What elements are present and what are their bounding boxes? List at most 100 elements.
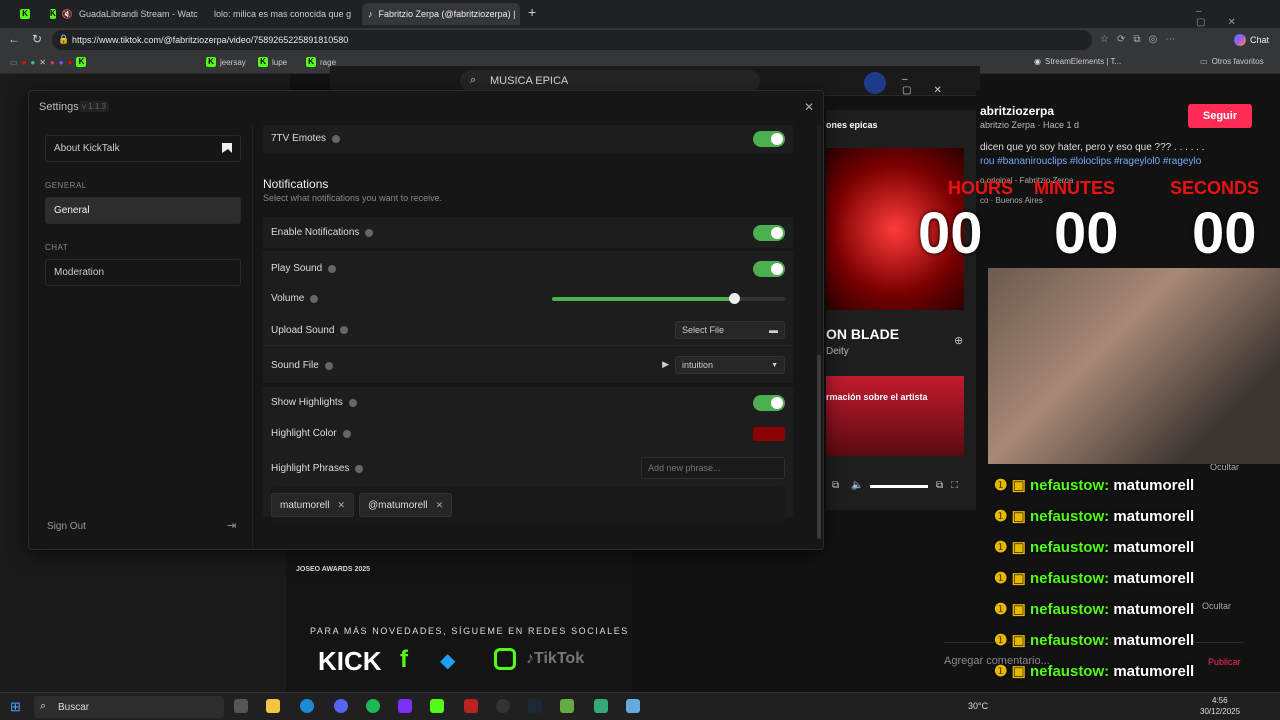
app-icon[interactable]: [560, 699, 574, 713]
nav-section-chat: CHAT: [45, 243, 69, 252]
obs-icon[interactable]: [496, 699, 510, 713]
app-icon[interactable]: [464, 699, 478, 713]
toggle-7tv[interactable]: [753, 131, 785, 147]
publish-button[interactable]: Publicar: [1208, 657, 1241, 667]
toggle-enable-notifications[interactable]: [753, 225, 785, 241]
tab-label: Fabritzio Zerpa (@fabritziozerpa) |: [378, 9, 516, 19]
search-icon: ⌕: [470, 74, 477, 86]
clock-time[interactable]: 4:56: [1212, 696, 1228, 705]
info-icon[interactable]: [328, 264, 337, 273]
task-view-icon[interactable]: [234, 699, 248, 713]
info-icon[interactable]: [310, 294, 319, 303]
tab-lolo[interactable]: lolo: milica es mas conocida que g ✕: [202, 3, 358, 25]
info-icon[interactable]: [332, 134, 341, 143]
tab-guada[interactable]: K 🔇 GuadaLibrandi Stream - Watc ✕: [44, 3, 198, 25]
phrase-input[interactable]: [641, 457, 785, 479]
bookmark-streamelements[interactable]: ◉ StreamElements | T...: [1034, 57, 1121, 66]
highlight-color-swatch[interactable]: [753, 427, 785, 441]
sound-file-select[interactable]: intuition ▼: [675, 356, 785, 374]
new-tab-button[interactable]: +: [528, 4, 536, 20]
discord-icon[interactable]: [334, 699, 348, 713]
bookmark-jeersay[interactable]: Kjeersay: [206, 57, 246, 67]
info-icon[interactable]: [324, 361, 333, 370]
timer-label-minutes: MINUTES: [1034, 178, 1115, 198]
edge-icon[interactable]: [300, 699, 314, 713]
back-icon[interactable]: ←: [8, 32, 20, 46]
info-icon[interactable]: [342, 429, 351, 438]
tab-kick-pinned[interactable]: K: [14, 3, 40, 25]
address-bar: ← ↻ 🔒 https://www.tiktok.com/@fabritzioz…: [0, 28, 1280, 52]
mute-icon[interactable]: 🔇: [62, 9, 73, 20]
canva-icon[interactable]: [398, 699, 412, 713]
row-label: Sound File: [271, 360, 319, 371]
add-icon[interactable]: ⊕: [954, 334, 963, 347]
window-controls[interactable]: –▢✕: [1196, 6, 1280, 28]
nav-general[interactable]: General: [45, 197, 241, 224]
info-icon[interactable]: [365, 228, 374, 237]
clock-date[interactable]: 30/12/2025: [1200, 707, 1240, 716]
app-icon[interactable]: [626, 699, 640, 713]
start-icon[interactable]: ⊞: [10, 699, 21, 715]
row-label: 7TV Emotes: [271, 133, 327, 144]
select-file-button[interactable]: Select File ▬: [675, 321, 785, 339]
chat-badge-icons: ❶ ▣: [994, 632, 1030, 649]
hashtags[interactable]: rou #bananirouclips #loloclips #rageylol…: [980, 156, 1201, 167]
weather[interactable]: 30°C: [968, 701, 988, 711]
row-play-sound: Play Sound: [263, 253, 793, 284]
file-explorer-icon[interactable]: [266, 699, 280, 713]
copilot-button[interactable]: Chat: [1234, 32, 1269, 48]
info-icon[interactable]: [355, 464, 364, 473]
bookmark-icons[interactable]: ▭ ● ● ✕ ● ● ● K: [10, 57, 87, 67]
play-icon[interactable]: ▶: [662, 359, 669, 370]
url-field[interactable]: 🔒 https://www.tiktok.com/@fabritziozerpa…: [52, 30, 1092, 50]
tab-label: GuadaLibrandi Stream - Watc: [79, 9, 198, 19]
sign-out-icon[interactable]: ⇥: [227, 519, 236, 532]
hide-link[interactable]: Ocultar: [1202, 601, 1231, 611]
search-icon: ⌕: [40, 700, 47, 712]
minecraft-icon[interactable]: [594, 699, 608, 713]
chat-username: nefaustow:: [1029, 539, 1110, 556]
info-icon[interactable]: [340, 326, 349, 334]
refresh-icon[interactable]: ↻: [32, 32, 42, 46]
row-highlight-phrases: Highlight Phrases: [263, 453, 793, 484]
follow-button[interactable]: Seguir: [1188, 104, 1252, 128]
chat-message: ❶ ▣ nefaustow: matumorell: [994, 600, 1194, 618]
scrollbar-thumb[interactable]: [817, 355, 821, 539]
chat-text: matumorell: [1113, 632, 1195, 649]
chat-text: matumorell: [1113, 477, 1195, 494]
bookmark-lupe[interactable]: Klupe: [258, 57, 287, 67]
avatar[interactable]: [864, 72, 886, 94]
toggle-show-highlights[interactable]: [753, 395, 785, 411]
volume-handle[interactable]: [728, 293, 740, 304]
spotify-icon[interactable]: [366, 699, 380, 713]
toolbar-icons[interactable]: ☆⟳⧉◎⋯: [1100, 34, 1183, 45]
volume-bar[interactable]: [870, 485, 928, 488]
volume-slider[interactable]: [552, 293, 785, 304]
song-artist: Deity: [826, 346, 849, 357]
player-extra-controls[interactable]: ⧉⛶: [936, 480, 966, 491]
video-caption: dicen que yo soy hater, pero y eso que ?…: [980, 142, 1205, 153]
close-icon[interactable]: ✕: [357, 9, 358, 20]
kick-icon[interactable]: [430, 699, 444, 713]
kick-logo: KICK: [318, 646, 382, 676]
steam-icon[interactable]: [528, 699, 542, 713]
lock-icon: 🔒: [58, 34, 70, 44]
music-search-input[interactable]: ⌕ MUSICA EPICA: [460, 70, 760, 92]
nav-about[interactable]: About KickTalk: [45, 135, 241, 162]
remove-icon[interactable]: ✕: [337, 500, 345, 511]
bookmark-otros[interactable]: ▭ Otros favoritos: [1200, 57, 1264, 66]
chat-username: nefaustow:: [1029, 663, 1110, 680]
taskbar-search[interactable]: ⌕ Buscar: [34, 696, 224, 718]
twitter-icon: ◆: [440, 650, 456, 672]
close-button[interactable]: ✕: [801, 99, 817, 115]
nav-moderation[interactable]: Moderation: [45, 259, 241, 286]
tab-label: lolo: milica es mas conocida que g: [214, 9, 352, 19]
toggle-play-sound[interactable]: [753, 261, 785, 277]
info-icon[interactable]: [348, 398, 357, 407]
tab-tiktok[interactable]: ♪ Fabritzio Zerpa (@fabritziozerpa) | ✕: [362, 3, 520, 25]
chat-message: ❶ ▣ nefaustow: matumorell: [994, 507, 1194, 525]
artist-card[interactable]: [826, 376, 964, 456]
window-controls[interactable]: –▢✕: [902, 74, 980, 96]
remove-icon[interactable]: ✕: [436, 500, 444, 511]
sign-out-button[interactable]: Sign Out: [47, 521, 86, 532]
